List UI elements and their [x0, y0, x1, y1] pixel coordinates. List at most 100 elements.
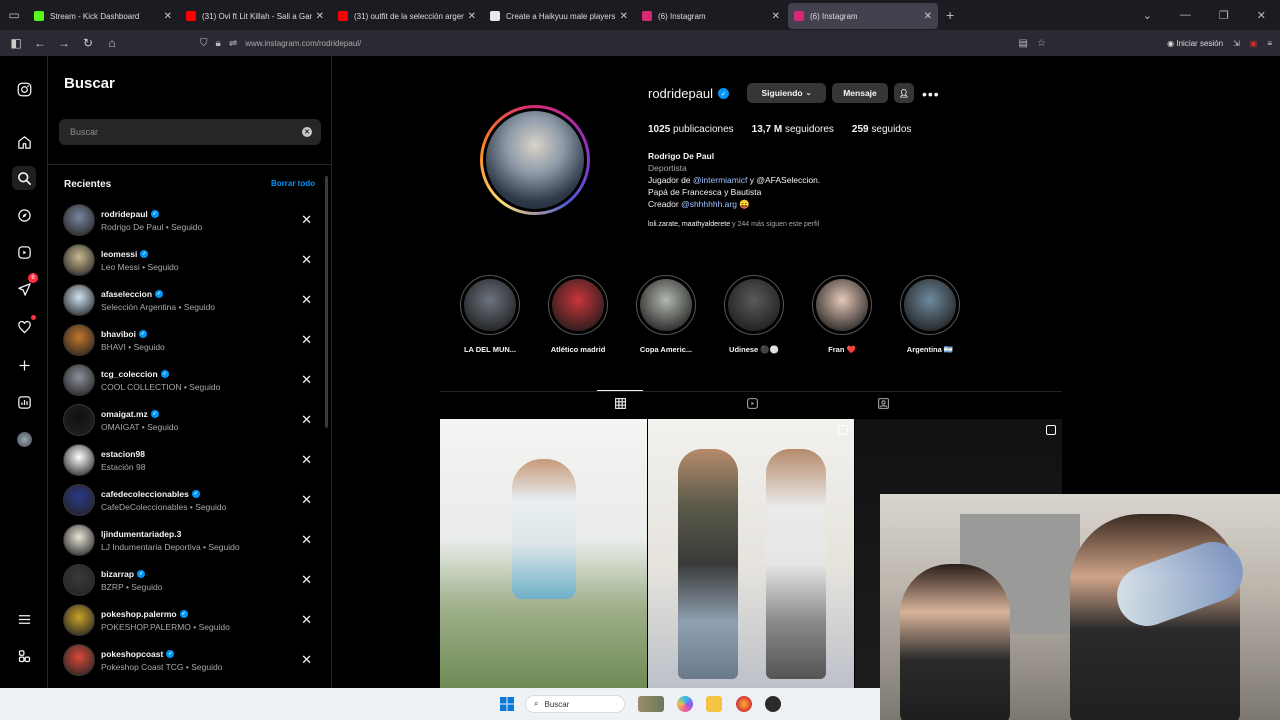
- remove-recent-icon[interactable]: ✕: [301, 332, 312, 348]
- browser-tab[interactable]: (31) Ovi ft Lit Killah - Sali a Gan ✕: [180, 3, 330, 29]
- post-thumbnail[interactable]: [648, 419, 854, 688]
- windows-start-icon[interactable]: [499, 696, 515, 712]
- tagged-tab-icon[interactable]: [874, 395, 892, 411]
- followed-by[interactable]: loli.zarate, maathyalderete y 244 más si…: [648, 221, 819, 228]
- reels-tab-icon[interactable]: [743, 395, 761, 411]
- url-bar[interactable]: ⛉ 🔒︎ ⇌ www.instagram.com/rodridepaul/ ▤ …: [200, 33, 1050, 53]
- recent-item[interactable]: estacion98 Estación 98 ✕: [48, 440, 332, 480]
- browser-tab[interactable]: (31) outfit de la selección argen ✕: [332, 3, 482, 29]
- suggested-users-button[interactable]: 👤︎: [894, 83, 914, 103]
- recent-item[interactable]: cafedecoleccionables ✓ CafeDeColeccionable…: [48, 480, 332, 520]
- story-highlight[interactable]: Fran ❤️: [812, 275, 872, 354]
- create-plus-icon[interactable]: [12, 353, 36, 377]
- browser-tab[interactable]: Stream - Kick Dashboard ✕: [28, 3, 178, 29]
- message-button[interactable]: Mensaje: [832, 83, 888, 103]
- remove-recent-icon[interactable]: ✕: [301, 492, 312, 508]
- close-tab-icon[interactable]: ✕: [620, 11, 628, 22]
- obs-icon[interactable]: [765, 696, 781, 712]
- remove-recent-icon[interactable]: ✕: [301, 212, 312, 228]
- copilot-icon[interactable]: [677, 696, 693, 712]
- close-tab-icon[interactable]: ✕: [468, 11, 476, 22]
- recent-item[interactable]: ljindumentariadep.3 LJ Indumentaria Depor…: [48, 520, 332, 560]
- sidebar-toggle-icon[interactable]: ◧: [4, 30, 28, 56]
- story-highlight[interactable]: Atlético madrid: [548, 275, 608, 354]
- mention-shhhhhh[interactable]: @shhhhhh.arg: [681, 199, 737, 209]
- firefox-icon[interactable]: [736, 696, 752, 712]
- profile-avatar-icon[interactable]: [12, 427, 36, 451]
- new-tab-icon[interactable]: +: [946, 7, 954, 23]
- extensions-icon[interactable]: ⇲: [1233, 39, 1240, 48]
- instagram-logo-icon[interactable]: [12, 77, 36, 101]
- remove-recent-icon[interactable]: ✕: [301, 372, 312, 388]
- recent-username: cafedecoleccionables: [101, 488, 189, 499]
- remove-recent-icon[interactable]: ✕: [301, 532, 312, 548]
- recent-item[interactable]: rodridepaul ✓ Rodrigo De Paul • Seguido ✕: [48, 200, 332, 240]
- story-highlight[interactable]: LA DEL MUN...: [460, 275, 520, 354]
- more-menu-icon[interactable]: [12, 607, 36, 631]
- close-tab-icon[interactable]: ✕: [316, 11, 324, 22]
- reload-icon[interactable]: ↻: [76, 30, 100, 56]
- recent-item[interactable]: pokeshopcoast ✓ Pokeshop Coast TCG • Segui…: [48, 640, 332, 680]
- search-input[interactable]: [59, 119, 279, 145]
- close-tab-icon[interactable]: ✕: [772, 11, 780, 22]
- remove-recent-icon[interactable]: ✕: [301, 452, 312, 468]
- widgets-icon[interactable]: [638, 696, 664, 712]
- active-tab-indicator: [597, 390, 643, 391]
- extension-red-icon[interactable]: ▣: [1250, 39, 1258, 48]
- close-window-icon[interactable]: ✕: [1257, 9, 1266, 22]
- clear-search-icon[interactable]: ✕: [302, 127, 312, 137]
- back-icon[interactable]: ←: [28, 30, 52, 56]
- following-stat[interactable]: 259 seguidos: [852, 124, 912, 135]
- menu-icon[interactable]: ≡: [1267, 39, 1272, 48]
- recent-item[interactable]: tcg_coleccion ✓ COOL COLLECTION • Seguido ✕: [48, 360, 332, 400]
- forward-icon[interactable]: →: [52, 30, 76, 56]
- reels-nav-icon[interactable]: [12, 240, 36, 264]
- remove-recent-icon[interactable]: ✕: [301, 612, 312, 628]
- recent-item[interactable]: omaigat.mz ✓ OMAIGAT • Seguido ✕: [48, 400, 332, 440]
- taskbar-search[interactable]: ⌕ Buscar: [525, 695, 625, 713]
- search-nav-icon[interactable]: [12, 166, 36, 190]
- recent-item[interactable]: afaseleccion ✓ Selección Argentina • Segui…: [48, 280, 332, 320]
- close-tab-icon[interactable]: ✕: [924, 11, 932, 22]
- post-thumbnail[interactable]: [440, 419, 647, 688]
- story-highlight[interactable]: Argentina 🇦🇷: [900, 275, 960, 354]
- tab-overview-icon[interactable]: ▭: [0, 0, 28, 30]
- remove-recent-icon[interactable]: ✕: [301, 292, 312, 308]
- home-icon[interactable]: ⌂: [100, 30, 124, 56]
- clear-all-link[interactable]: Borrar todo: [271, 179, 315, 188]
- maximize-icon[interactable]: ❐: [1219, 9, 1229, 22]
- recent-item[interactable]: leomessi ✓ Leo Messi • Seguido ✕: [48, 240, 332, 280]
- messages-nav-icon[interactable]: 6: [12, 273, 38, 301]
- account-button[interactable]: ◉ Iniciar sesión: [1167, 39, 1223, 48]
- options-dots-icon[interactable]: •••: [922, 86, 940, 102]
- remove-recent-icon[interactable]: ✕: [301, 252, 312, 268]
- story-highlight[interactable]: Copa Americ...: [636, 275, 696, 354]
- browser-tab[interactable]: (6) Instagram ✕: [636, 3, 786, 29]
- browser-tab[interactable]: (6) Instagram ✕: [788, 3, 938, 29]
- mention-intermiami[interactable]: @intermiamicf: [693, 175, 747, 185]
- recent-item[interactable]: bizarrap ✓ BZRP • Seguido ✕: [48, 560, 332, 600]
- tab-list-chevron-icon[interactable]: ⌄: [1143, 9, 1152, 22]
- bookmark-star-icon[interactable]: ☆: [1037, 38, 1046, 49]
- profile-story-ring[interactable]: [480, 105, 590, 215]
- following-button[interactable]: Siguiendo ⌄: [747, 83, 826, 103]
- dashboard-stats-icon[interactable]: [12, 390, 36, 414]
- recent-item[interactable]: bhaviboi ✓ BHAVI • Seguido ✕: [48, 320, 332, 360]
- home-nav-icon[interactable]: [12, 130, 36, 154]
- recent-item[interactable]: pokeshop.palermo ✓ POKESHOP.PALERMO • Segu…: [48, 600, 332, 640]
- remove-recent-icon[interactable]: ✕: [301, 652, 312, 668]
- minimize-icon[interactable]: —: [1180, 9, 1191, 21]
- explore-nav-icon[interactable]: [12, 203, 36, 227]
- recent-text: bhaviboi ✓ BHAVI • Seguido: [101, 328, 165, 353]
- also-from-meta-icon[interactable]: [12, 644, 36, 668]
- remove-recent-icon[interactable]: ✕: [301, 572, 312, 588]
- reader-view-icon[interactable]: ▤: [1019, 38, 1028, 49]
- posts-grid-tab-icon[interactable]: [611, 395, 629, 411]
- remove-recent-icon[interactable]: ✕: [301, 412, 312, 428]
- close-tab-icon[interactable]: ✕: [164, 11, 172, 22]
- file-explorer-icon[interactable]: [706, 696, 722, 712]
- story-highlight[interactable]: Udinese ⚫⚪: [724, 275, 784, 354]
- followers-stat[interactable]: 13,7 M seguidores: [752, 124, 834, 135]
- notifications-heart-icon[interactable]: [12, 315, 36, 339]
- browser-tab[interactable]: Create a Haikyuu male players: ✕: [484, 3, 634, 29]
